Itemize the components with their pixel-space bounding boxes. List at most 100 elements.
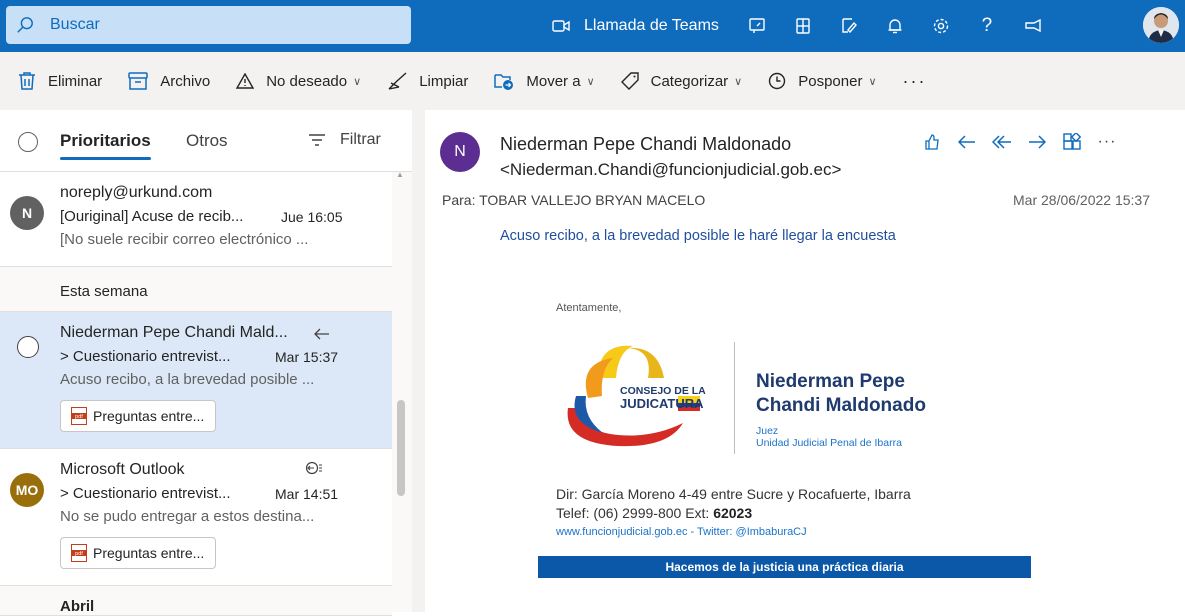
move-button[interactable]: Mover a ∨ (494, 72, 595, 90)
archive-label: Archivo (160, 72, 211, 90)
sender-name[interactable]: Niederman Pepe Chandi Maldonado (500, 134, 791, 155)
teams-call-label: Llamada de Teams (584, 17, 719, 34)
judicatura-logo: CONSEJO DE LA JUDICATURA (558, 338, 738, 448)
scrollbar-thumb[interactable] (397, 400, 405, 496)
undeliverable-icon (305, 461, 322, 475)
reply-icon (314, 328, 329, 340)
tab-focused[interactable]: Prioritarios (60, 131, 151, 160)
signature-name-line1: Niederman Pepe (756, 371, 905, 392)
delete-label: Eliminar (48, 72, 103, 90)
message-time: Mar 14:51 (275, 486, 339, 502)
search-box[interactable]: Buscar (6, 6, 411, 44)
list-item[interactable]: MO Microsoft Outlook > Cuestionario entr… (0, 449, 392, 586)
scrollbar-track[interactable] (392, 172, 412, 612)
gear-icon[interactable] (931, 16, 951, 36)
signature-phone: Telef: (06) 2999-800 Ext: 62023 (556, 504, 911, 523)
attachment-name: Preguntas entre... (93, 545, 205, 561)
feedback-icon[interactable] (1023, 16, 1043, 36)
signature-role: Juez Unidad Judicial Penal de Ibarra (756, 425, 902, 449)
message-preview: [No suele recibir correo electrónico ... (60, 231, 309, 248)
select-checkbox[interactable] (17, 336, 39, 358)
reply-all-icon[interactable] (992, 132, 1012, 152)
search-placeholder: Buscar (50, 16, 100, 33)
command-bar: Eliminar Archivo No deseado ∨ Limpiar Mo… (0, 52, 1185, 110)
signature-divider (734, 342, 735, 454)
message-sender: noreply@urkund.com (60, 184, 213, 201)
move-label: Mover a (526, 72, 581, 90)
filter-icon (309, 134, 325, 146)
signature-contact: Dir: García Moreno 4-49 entre Sucre y Ro… (556, 485, 911, 523)
help-icon[interactable]: ? (977, 15, 997, 36)
search-icon (17, 17, 33, 33)
avatar: N (10, 196, 44, 230)
message-date: Mar 28/06/2022 15:37 (1013, 192, 1150, 208)
signature-web-link[interactable]: www.funcionjudicial.gob.ec - Twitter: @I… (556, 526, 807, 538)
snooze-label: Posponer (798, 72, 863, 90)
sender-avatar: N (440, 132, 480, 172)
filter-label: Filtrar (340, 131, 381, 148)
snooze-button[interactable]: Posponer ∨ (768, 72, 877, 90)
logo-text-line2: JUDICATURA (620, 396, 704, 411)
recipient-line: Para: TOBAR VALLEJO BRYAN MACELO (442, 192, 706, 208)
attachment-chip[interactable]: pdf Preguntas entre... (60, 400, 216, 432)
bell-icon[interactable] (885, 16, 905, 36)
office-icon[interactable] (793, 16, 813, 36)
junk-label: No deseado (266, 72, 348, 90)
folder-move-icon (494, 74, 514, 90)
user-avatar[interactable] (1143, 7, 1179, 43)
list-item-selected[interactable]: Niederman Pepe Chandi Mald... > Cuestion… (0, 312, 392, 449)
like-icon[interactable] (922, 132, 942, 152)
phone-ext: 62023 (713, 505, 753, 521)
message-body: Acuso recibo, a la brevedad posible le h… (500, 228, 896, 244)
video-icon (552, 20, 570, 32)
top-bar: Buscar Llamada de Teams ? (0, 0, 1185, 52)
sweep-label: Limpiar (419, 72, 469, 90)
chevron-down-icon: ∨ (586, 75, 595, 88)
chevron-down-icon: ∨ (353, 75, 362, 88)
list-item[interactable]: N noreply@urkund.com [Ouriginal] Acuse d… (0, 172, 392, 267)
sender-email[interactable]: <Niederman.Chandi@funcionjudicial.gob.ec… (500, 160, 841, 180)
sweep-button[interactable]: Limpiar (387, 72, 468, 90)
junk-button[interactable]: No deseado ∨ (236, 73, 361, 90)
signature-greeting: Atentamente, (556, 302, 622, 314)
chevron-down-icon: ∨ (734, 75, 743, 88)
message-subject: > Cuestionario entrevist... (60, 348, 231, 365)
compose-icon[interactable] (839, 16, 859, 36)
avatar: MO (10, 473, 44, 507)
apps-icon[interactable] (1062, 132, 1082, 152)
select-all-checkbox[interactable] (18, 132, 38, 152)
message-preview: No se pudo entregar a estos destina... (60, 508, 315, 525)
section-label: Abril (60, 598, 95, 615)
more-commands-button[interactable]: ··· (903, 71, 927, 92)
tab-other[interactable]: Otros (186, 131, 228, 151)
scroll-up-icon[interactable]: ▲ (396, 170, 404, 179)
pdf-icon: pdf (71, 407, 87, 425)
archive-button[interactable]: Archivo (128, 72, 210, 90)
top-bar-actions: Llamada de Teams ? (552, 0, 1069, 52)
message-subject: [Ouriginal] Acuse de recib... (60, 208, 244, 225)
pdf-icon: pdf (71, 544, 87, 562)
categorize-label: Categorizar (650, 72, 729, 90)
message-list-pane: Prioritarios Otros Filtrar N noreply@urk… (0, 110, 412, 616)
signature-address: Dir: García Moreno 4-49 entre Sucre y Ro… (556, 486, 911, 502)
whiteboard-icon[interactable] (747, 16, 767, 36)
attachment-chip[interactable]: pdf Preguntas entre... (60, 537, 216, 569)
message-sender: Microsoft Outlook (60, 461, 185, 478)
svg-text:pdf: pdf (75, 551, 83, 557)
warning-icon (236, 73, 255, 89)
signature-unit: Unidad Judicial Penal de Ibarra (756, 437, 902, 449)
section-header-this-week: Esta semana (0, 267, 392, 312)
phone-prefix: Telef: (06) 2999-800 Ext: (556, 505, 714, 521)
more-actions-button[interactable]: ··· (1097, 132, 1117, 152)
categorize-button[interactable]: Categorizar ∨ (620, 72, 743, 90)
teams-call-button[interactable]: Llamada de Teams (552, 17, 719, 35)
filter-button[interactable]: Filtrar (308, 131, 381, 149)
signature-name: Niederman Pepe Chandi Maldonado (756, 370, 1036, 418)
message-sender: Niederman Pepe Chandi Mald... (60, 324, 288, 341)
chevron-down-icon: ∨ (868, 75, 877, 88)
delete-button[interactable]: Eliminar (18, 71, 102, 91)
forward-icon[interactable] (1027, 132, 1047, 152)
pane-divider (412, 110, 425, 612)
message-subject: > Cuestionario entrevist... (60, 485, 231, 502)
reply-icon[interactable] (957, 132, 977, 152)
